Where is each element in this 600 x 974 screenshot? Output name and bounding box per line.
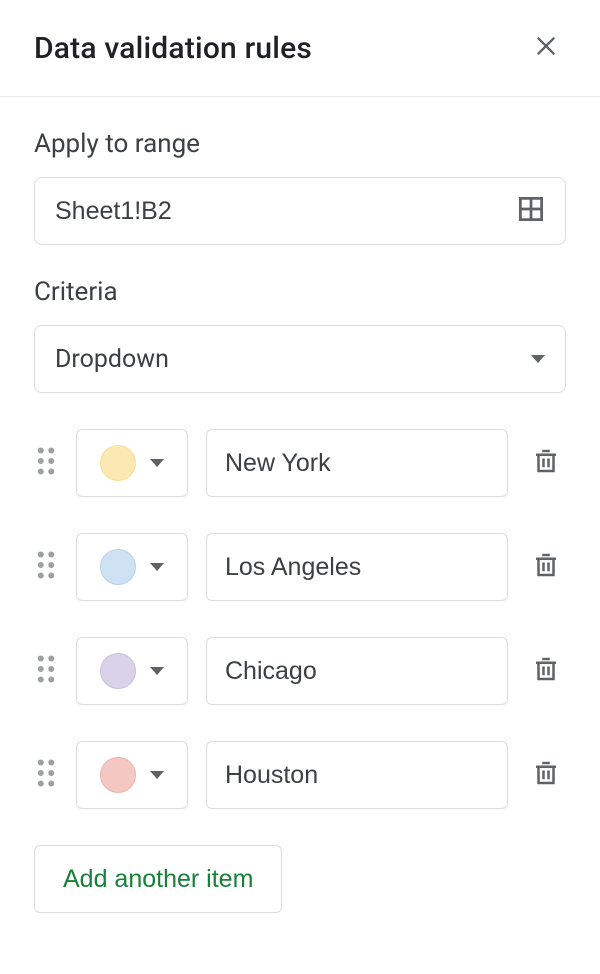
color-picker-button[interactable] bbox=[76, 637, 188, 705]
drag-handle-icon bbox=[36, 758, 56, 792]
panel-title: Data validation rules bbox=[34, 31, 312, 66]
color-swatch bbox=[100, 445, 136, 481]
criteria-item-input[interactable] bbox=[206, 533, 508, 601]
criteria-section: Criteria Dropdown Add another item bbox=[0, 277, 600, 913]
delete-item-button[interactable] bbox=[526, 547, 566, 587]
criteria-item-input[interactable] bbox=[206, 637, 508, 705]
criteria-item-row bbox=[34, 429, 566, 497]
add-another-item-label: Add another item bbox=[63, 865, 253, 894]
trash-icon bbox=[531, 758, 561, 792]
drag-handle-icon bbox=[36, 654, 56, 688]
criteria-label: Criteria bbox=[34, 277, 566, 307]
panel-header: Data validation rules bbox=[0, 0, 600, 97]
drag-handle[interactable] bbox=[34, 758, 58, 792]
delete-item-button[interactable] bbox=[526, 651, 566, 691]
select-range-button[interactable] bbox=[515, 195, 547, 227]
delete-item-button[interactable] bbox=[526, 443, 566, 483]
criteria-item-row bbox=[34, 741, 566, 809]
apply-to-range-section: Apply to range bbox=[0, 129, 600, 245]
chevron-down-icon bbox=[150, 563, 164, 571]
trash-icon bbox=[531, 550, 561, 584]
color-swatch bbox=[100, 757, 136, 793]
drag-handle[interactable] bbox=[34, 654, 58, 688]
add-another-item-button[interactable]: Add another item bbox=[34, 845, 282, 913]
apply-to-range-field[interactable] bbox=[34, 177, 566, 245]
color-picker-button[interactable] bbox=[76, 533, 188, 601]
criteria-item-input[interactable] bbox=[206, 429, 508, 497]
chevron-down-icon bbox=[150, 459, 164, 467]
chevron-down-icon bbox=[150, 667, 164, 675]
close-button[interactable] bbox=[526, 28, 566, 68]
drag-handle-icon bbox=[36, 550, 56, 584]
chevron-down-icon bbox=[531, 355, 545, 363]
data-validation-panel: Data validation rules Apply to range Cri… bbox=[0, 0, 600, 913]
drag-handle-icon bbox=[36, 446, 56, 480]
criteria-selected-value: Dropdown bbox=[55, 345, 169, 374]
close-icon bbox=[533, 33, 559, 63]
apply-to-range-label: Apply to range bbox=[34, 129, 566, 159]
drag-handle[interactable] bbox=[34, 446, 58, 480]
color-swatch bbox=[100, 549, 136, 585]
chevron-down-icon bbox=[150, 771, 164, 779]
color-picker-button[interactable] bbox=[76, 429, 188, 497]
delete-item-button[interactable] bbox=[526, 755, 566, 795]
criteria-item-input[interactable] bbox=[206, 741, 508, 809]
apply-to-range-input[interactable] bbox=[53, 196, 507, 227]
trash-icon bbox=[531, 654, 561, 688]
grid-icon bbox=[516, 194, 546, 228]
criteria-item-row bbox=[34, 637, 566, 705]
trash-icon bbox=[531, 446, 561, 480]
criteria-item-row bbox=[34, 533, 566, 601]
criteria-items-list bbox=[34, 429, 566, 809]
criteria-dropdown[interactable]: Dropdown bbox=[34, 325, 566, 393]
color-swatch bbox=[100, 653, 136, 689]
drag-handle[interactable] bbox=[34, 550, 58, 584]
color-picker-button[interactable] bbox=[76, 741, 188, 809]
